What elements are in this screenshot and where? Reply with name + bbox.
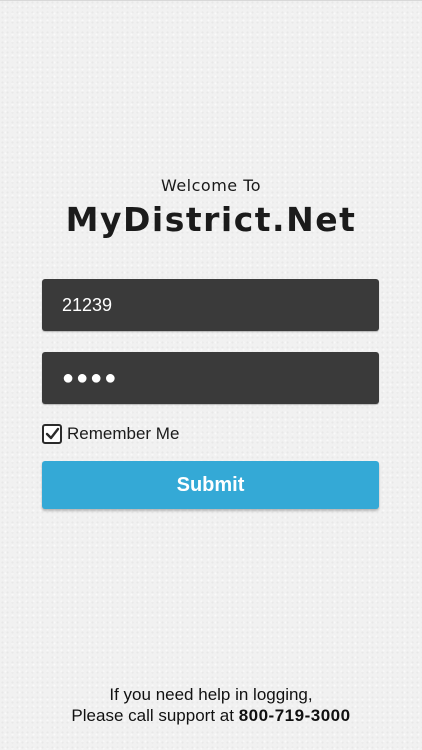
help-line-2: Please call support at 800-719-3000: [0, 705, 422, 726]
remember-me-checkbox[interactable]: [42, 424, 62, 444]
welcome-text: Welcome To: [160, 176, 262, 195]
help-line-2-prefix: Please call support at: [71, 706, 239, 725]
username-field[interactable]: 21239: [42, 279, 379, 331]
support-phone-number[interactable]: 800-719-3000: [239, 706, 351, 725]
remember-me-row[interactable]: Remember Me: [42, 422, 179, 446]
remember-me-label: Remember Me: [67, 424, 180, 443]
top-divider: [0, 0, 422, 1]
submit-button[interactable]: Submit: [42, 461, 379, 509]
help-line-1: If you need help in logging,: [109, 685, 313, 704]
app-title: MyDistrict.Net: [65, 200, 357, 239]
checkmark-icon: [45, 427, 60, 440]
support-help-text: If you need help in logging, Please call…: [0, 684, 422, 726]
password-field[interactable]: ●●●●: [42, 352, 379, 404]
